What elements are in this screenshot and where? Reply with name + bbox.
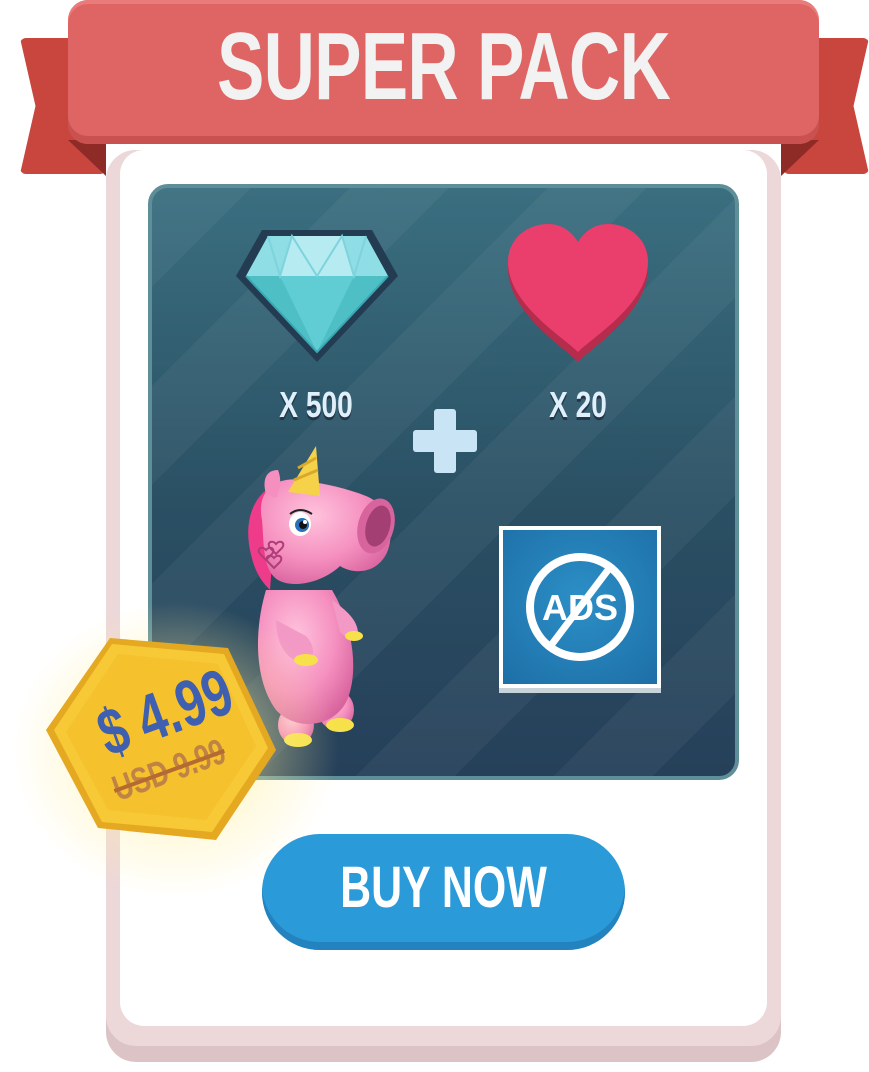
heart-icon [508,224,648,362]
buy-now-button[interactable]: BUY NOW [262,834,625,950]
buy-now-label: BUY NOW [340,855,547,920]
no-ads-symbol: ADS [526,553,634,661]
pack-title: SUPER PACK [216,13,671,120]
no-ads-icon: ADS [499,526,661,688]
diamond-icon [236,230,398,362]
gems-quantity: X 500 [279,384,353,425]
no-ads-text: ADS [542,587,618,628]
plus-icon [413,409,477,473]
lives-quantity: X 20 [549,384,607,425]
